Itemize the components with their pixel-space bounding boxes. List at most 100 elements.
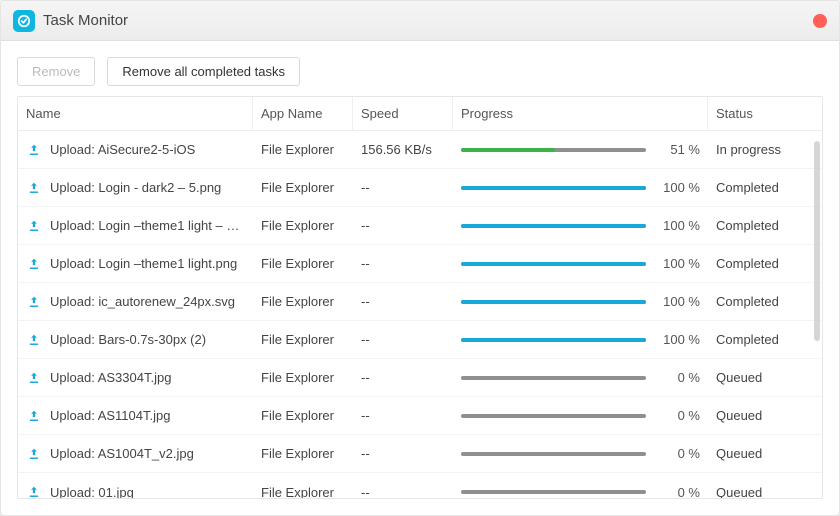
task-name: Upload: AS1104T.jpg	[50, 408, 245, 423]
col-header-app[interactable]: App Name	[253, 97, 353, 130]
task-app: File Explorer	[253, 294, 353, 309]
progress-bar	[461, 148, 646, 152]
task-status: In progress	[708, 142, 803, 157]
task-percent: 100 %	[656, 294, 700, 309]
task-app: File Explorer	[253, 218, 353, 233]
task-name: Upload: 01.jpg	[50, 485, 245, 499]
table-header: Name App Name Speed Progress Status	[18, 97, 822, 131]
task-percent: 100 %	[656, 218, 700, 233]
upload-icon	[26, 446, 42, 462]
task-progress: 100 %	[453, 332, 708, 347]
task-app: File Explorer	[253, 446, 353, 461]
task-monitor-window: Task Monitor Remove Remove all completed…	[0, 0, 840, 516]
task-percent: 100 %	[656, 332, 700, 347]
toolbar: Remove Remove all completed tasks	[1, 41, 839, 96]
task-percent: 100 %	[656, 180, 700, 195]
upload-icon	[26, 370, 42, 386]
upload-icon	[26, 408, 42, 424]
app-icon	[13, 10, 35, 32]
task-speed: --	[353, 408, 453, 423]
task-app: File Explorer	[253, 485, 353, 499]
task-speed: --	[353, 256, 453, 271]
task-app: File Explorer	[253, 180, 353, 195]
remove-button[interactable]: Remove	[17, 57, 95, 86]
task-percent: 0 %	[656, 446, 700, 461]
progress-bar	[461, 414, 646, 418]
task-name: Upload: Login –theme1 light – 1....	[50, 218, 245, 233]
progress-bar	[461, 490, 646, 494]
task-app: File Explorer	[253, 332, 353, 347]
table-body: Upload: AiSecure2-5-iOSFile Explorer156.…	[18, 131, 822, 498]
table-row[interactable]: Upload: AS1104T.jpg File Explorer-- 0 % Que…	[18, 397, 822, 435]
upload-icon	[26, 142, 42, 158]
remove-all-completed-button[interactable]: Remove all completed tasks	[107, 57, 300, 86]
task-status: Queued	[708, 446, 803, 461]
col-header-status[interactable]: Status	[708, 97, 803, 130]
task-progress: 0 %	[453, 408, 708, 423]
task-progress: 100 %	[453, 256, 708, 271]
table-row[interactable]: Upload: ic_autorenew_24px.svg File Explor…	[18, 283, 822, 321]
task-percent: 51 %	[656, 142, 700, 157]
progress-bar	[461, 452, 646, 456]
table-row[interactable]: Upload: AS1004T_v2.jpg File Explorer-- 0 %…	[18, 435, 822, 473]
table-row[interactable]: Upload: Login –theme1 light – 1.... File …	[18, 207, 822, 245]
task-progress: 100 %	[453, 294, 708, 309]
upload-icon	[26, 294, 42, 310]
task-status: Completed	[708, 256, 803, 271]
task-app: File Explorer	[253, 408, 353, 423]
task-name: Upload: Bars-0.7s-30px (2)	[50, 332, 245, 347]
progress-bar	[461, 338, 646, 342]
task-name: Upload: AiSecure2-5-iOS	[50, 142, 245, 157]
task-name: Upload: Login –theme1 light.png	[50, 256, 245, 271]
progress-bar	[461, 186, 646, 190]
progress-bar	[461, 376, 646, 380]
table-row[interactable]: Upload: 01.jpgFile Explorer--0 %Queued	[18, 473, 822, 498]
col-header-name[interactable]: Name	[18, 97, 253, 130]
task-name: Upload: ic_autorenew_24px.svg	[50, 294, 245, 309]
task-status: Queued	[708, 485, 803, 499]
scrollbar-thumb[interactable]	[814, 141, 820, 341]
upload-icon	[26, 180, 42, 196]
task-app: File Explorer	[253, 256, 353, 271]
col-header-speed[interactable]: Speed	[353, 97, 453, 130]
task-status: Completed	[708, 294, 803, 309]
progress-bar	[461, 224, 646, 228]
close-button[interactable]	[813, 14, 827, 28]
task-name: Upload: AS3304T.jpg	[50, 370, 245, 385]
table-row[interactable]: Upload: AiSecure2-5-iOS File Explorer156.…	[18, 131, 822, 169]
task-speed: --	[353, 446, 453, 461]
titlebar: Task Monitor	[1, 1, 839, 41]
task-percent: 0 %	[656, 370, 700, 385]
task-status: Completed	[708, 332, 803, 347]
task-speed: --	[353, 218, 453, 233]
task-progress: 100 %	[453, 218, 708, 233]
table-row[interactable]: Upload: Bars-0.7s-30px (2) File Explorer-…	[18, 321, 822, 359]
task-app: File Explorer	[253, 370, 353, 385]
task-speed: --	[353, 332, 453, 347]
col-header-progress[interactable]: Progress	[453, 97, 708, 130]
task-status: Queued	[708, 370, 803, 385]
task-speed: --	[353, 180, 453, 195]
upload-icon	[26, 484, 42, 498]
table-row[interactable]: Upload: Login –theme1 light.png File Expl…	[18, 245, 822, 283]
upload-icon	[26, 218, 42, 234]
table-row[interactable]: Upload: Login - dark2 – 5.pngFile Explor…	[18, 169, 822, 207]
task-progress: 0 %	[453, 370, 708, 385]
task-speed: --	[353, 370, 453, 385]
task-status: Queued	[708, 408, 803, 423]
task-table: Name App Name Speed Progress Status Uplo…	[17, 96, 823, 499]
task-name: Upload: AS1004T_v2.jpg	[50, 446, 245, 461]
task-progress: 100 %	[453, 180, 708, 195]
progress-bar	[461, 300, 646, 304]
task-status: Completed	[708, 180, 803, 195]
task-app: File Explorer	[253, 142, 353, 157]
task-percent: 100 %	[656, 256, 700, 271]
task-speed: 156.56 KB/s	[353, 142, 453, 157]
task-progress: 51 %	[453, 142, 708, 157]
table-row[interactable]: Upload: AS3304T.jpg File Explorer-- 0 % Que…	[18, 359, 822, 397]
task-speed: --	[353, 294, 453, 309]
task-progress: 0 %	[453, 446, 708, 461]
task-status: Completed	[708, 218, 803, 233]
task-percent: 0 %	[656, 408, 700, 423]
upload-icon	[26, 256, 42, 272]
